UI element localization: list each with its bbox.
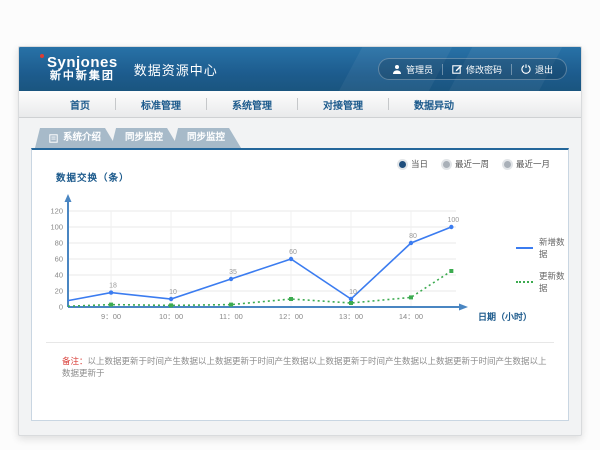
logo-subtitle: 新中新集团 [47,71,118,83]
logout-label: 退出 [535,63,553,76]
document-icon [49,134,58,143]
svg-text:日期（小时）: 日期（小时） [478,311,532,322]
app-window: Synjones 新中新集团 数据资源中心 管理员 修改密码 [18,46,582,436]
radio-icon [399,161,406,168]
legend-label: 更新数据 [539,270,568,294]
tab-label: 同步监控 [125,128,163,148]
change-password-label: 修改密码 [466,63,502,76]
page-title: 数据资源中心 [134,60,218,79]
user-icon [392,64,402,74]
main-nav: 首页 标准管理 系统管理 对接管理 数据异动 [19,91,581,118]
svg-text:100: 100 [448,217,460,224]
time-range-filters: 当日 最近一周 最近一月 [399,158,550,170]
tab-system-intro[interactable]: 系统介绍 [35,128,117,148]
filter-option[interactable]: 最近一月 [504,158,550,170]
nav-item-data-change[interactable]: 数据异动 [389,97,479,112]
nav-item-standards[interactable]: 标准管理 [116,97,206,112]
screen: Synjones 新中新集团 数据资源中心 管理员 修改密码 [0,0,600,450]
chart-legend: 新增数据 更新数据 [516,236,568,294]
svg-text:14：00: 14：00 [399,312,423,321]
current-user-button[interactable]: 管理员 [383,63,442,76]
tab-label: 同步监控 [187,128,225,148]
filter-label: 最近一月 [516,158,550,170]
chart-panel: 当日 最近一周 最近一月 数据交换（条） 0 20 40 60 80 100 120 9：00… [31,148,569,421]
radio-icon [443,161,450,168]
nav-item-system[interactable]: 系统管理 [207,97,297,112]
logo-name: Synjones [47,55,118,71]
logo-red-dot-icon [40,54,44,58]
nav-item-home[interactable]: 首页 [45,97,115,112]
company-logo: Synjones 新中新集团 [47,55,118,82]
username: 管理员 [406,63,433,76]
svg-text:100: 100 [50,223,63,232]
svg-text:10: 10 [349,289,357,296]
y-axis-title: 数据交换（条） [56,170,130,184]
footnote-text: 以上数据更新于时间产生数据以上数据更新于时间产生数据以上数据更新于时间产生数据以… [62,356,547,378]
footnote: 备注：以上数据更新于时间产生数据以上数据更新于时间产生数据以上数据更新于时间产生… [62,356,548,380]
legend-line-sample [516,281,533,283]
header: Synjones 新中新集团 数据资源中心 管理员 修改密码 [19,47,581,91]
radio-icon [504,161,511,168]
power-icon [521,64,531,74]
svg-text:60: 60 [55,255,63,264]
filter-option[interactable]: 最近一周 [443,158,489,170]
svg-text:120: 120 [50,207,63,216]
logout-button[interactable]: 退出 [512,63,562,76]
tab-sync-monitor-2[interactable]: 同步监控 [173,128,241,148]
footnote-prefix: 备注： [62,356,88,366]
legend-item: 更新数据 [516,270,568,294]
svg-text:10：00: 10：00 [159,312,183,321]
filter-label: 最近一周 [455,158,489,170]
legend-label: 新增数据 [539,236,568,260]
svg-text:80: 80 [409,233,417,240]
content-area: 系统介绍 同步监控 同步监控 当日 最近 [19,118,581,421]
filter-label: 当日 [411,158,428,170]
svg-text:9：00: 9：00 [101,312,121,321]
svg-text:0: 0 [59,303,63,312]
nav-item-interfacing[interactable]: 对接管理 [298,97,388,112]
tab-sync-monitor-1[interactable]: 同步监控 [111,128,179,148]
tab-label: 系统介绍 [63,128,101,148]
svg-text:60: 60 [289,249,297,256]
user-bar: 管理员 修改密码 退出 [378,58,567,80]
line-chart: 0 20 40 60 80 100 120 9：00 10：00 11：00 12：00 13：00 1… [46,190,546,332]
svg-text:18: 18 [109,283,117,290]
panel-divider [46,342,554,343]
svg-text:12：00: 12：00 [279,312,303,321]
change-password-button[interactable]: 修改密码 [443,63,511,76]
legend-item: 新增数据 [516,236,568,260]
edit-icon [452,64,462,74]
legend-line-sample [516,247,533,249]
svg-text:35: 35 [229,269,237,276]
svg-text:13：00: 13：00 [339,312,363,321]
svg-text:20: 20 [55,287,63,296]
svg-text:80: 80 [55,239,63,248]
tab-bar: 系统介绍 同步监控 同步监控 [35,128,569,148]
svg-text:40: 40 [55,271,63,280]
svg-text:10: 10 [169,289,177,296]
filter-option[interactable]: 当日 [399,158,428,170]
svg-text:11：00: 11：00 [219,312,243,321]
